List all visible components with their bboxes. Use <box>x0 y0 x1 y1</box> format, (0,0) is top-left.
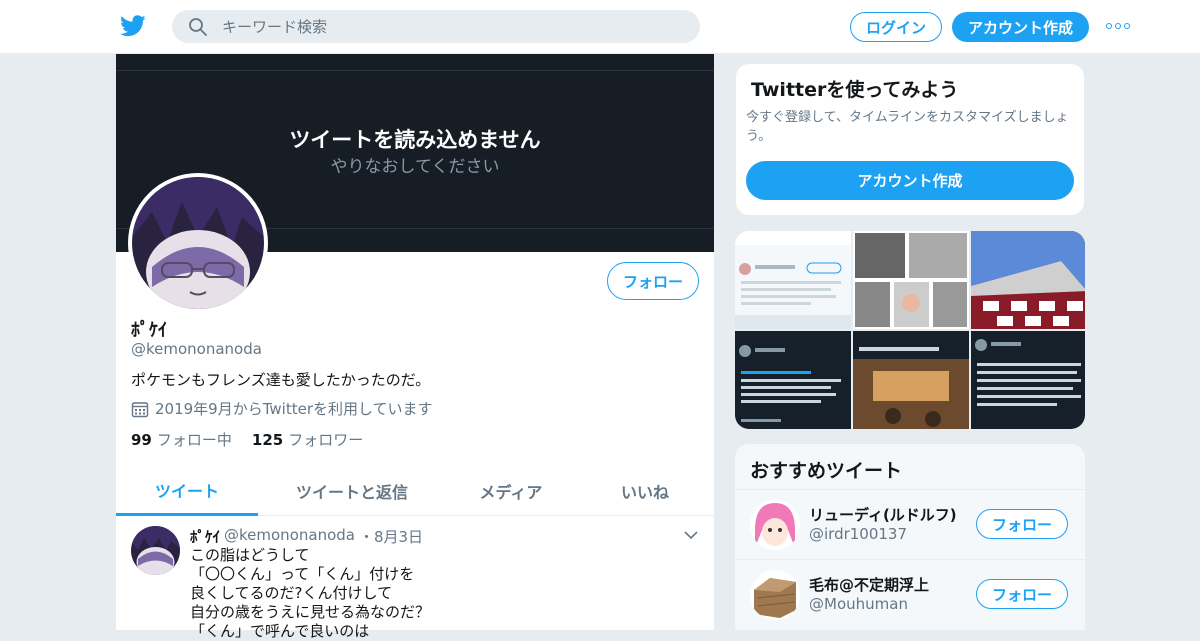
chevron-down-icon[interactable] <box>684 530 698 540</box>
follow-button[interactable]: フォロー <box>607 262 699 300</box>
signup-module-text: 今すぐ登録して、タイムラインをカスタマイズしましょう。 <box>746 110 1069 144</box>
tweet-author-handle[interactable]: @kemononanoda <box>224 526 355 547</box>
search-input[interactable] <box>172 10 700 43</box>
following-stat[interactable]: 99 フォロー中 <box>131 429 232 450</box>
recommended-follow-button[interactable]: フォロー <box>976 579 1068 609</box>
media-thumbnail[interactable] <box>971 331 1085 429</box>
more-options-icon[interactable] <box>1106 22 1130 30</box>
top-bar: ログイン アカウント作成 <box>0 0 1200 54</box>
recommended-user-avatar[interactable] <box>750 500 800 550</box>
profile-stats: 99 フォロー中 125 フォロワー <box>131 429 363 450</box>
tweet-item[interactable]: ﾎﾟｹｲ @kemononanoda ・8月3日 この脂はどうして 「〇〇くん」… <box>116 516 714 640</box>
login-button[interactable]: ログイン <box>850 12 942 42</box>
avatar-image-icon <box>750 500 800 550</box>
profile-handle[interactable]: @kemononanoda <box>131 340 262 358</box>
profile-tabs: ツイート ツイートと返信 メディア いいね <box>116 466 714 516</box>
media-thumbnail[interactable] <box>971 231 1085 329</box>
tab-likes[interactable]: いいね <box>576 466 714 516</box>
recommended-module: おすすめツイート リューディ(ルドルフ) @irdr100137 フォロー 毛布… <box>735 444 1085 630</box>
signup-module-button[interactable]: アカウント作成 <box>746 161 1074 200</box>
followers-stat[interactable]: 125 フォロワー <box>252 429 363 450</box>
banner-error-title: ツイートを読み込めません <box>289 128 541 152</box>
joined-text: 2019年9月からTwitterを利用しています <box>155 400 433 418</box>
profile-name[interactable]: ﾎﾟｹｲ <box>131 316 167 342</box>
tweet-header: ﾎﾟｹｲ @kemononanoda ・8月3日 <box>190 526 423 547</box>
media-thumbnail[interactable] <box>853 331 969 429</box>
recommended-title: おすすめツイート <box>750 460 903 482</box>
recommended-follow-button[interactable]: フォロー <box>976 509 1068 539</box>
recommended-user-name[interactable]: 毛布@不定期浮上 <box>809 574 929 595</box>
calendar-icon <box>131 401 149 417</box>
tweet-author-name[interactable]: ﾎﾟｹｲ <box>190 526 220 547</box>
profile-joined: 2019年9月からTwitterを利用しています <box>131 398 433 419</box>
image-thumbnail-icon <box>971 231 1085 329</box>
recommended-user-handle[interactable]: @Mouhuman <box>809 595 908 613</box>
avatar-image-icon <box>131 526 180 575</box>
signup-module-title: Twitterを使ってみよう <box>751 79 959 101</box>
avatar-image-icon <box>132 177 264 309</box>
media-thumbnail[interactable] <box>853 231 969 329</box>
profile-avatar[interactable] <box>128 173 268 313</box>
tab-media[interactable]: メディア <box>446 466 576 516</box>
profile-bio: ポケモンもフレンズ達も愛したかったのだ。 <box>131 371 431 389</box>
tweet-text: この脂はどうして 「〇〇くん」って「くん」付けを 良くしてるのだ?くん付けして … <box>190 546 431 640</box>
tab-tweets[interactable]: ツイート <box>116 466 258 516</box>
twitter-bird-icon[interactable] <box>120 14 146 38</box>
search-icon <box>189 18 207 36</box>
tab-tweets-replies[interactable]: ツイートと返信 <box>258 466 446 516</box>
tweet-avatar[interactable] <box>131 526 180 575</box>
image-thumbnail-icon <box>735 331 851 429</box>
signup-module: Twitterを使ってみよう 今すぐ登録して、タイムラインをカスタマイズしましょ… <box>735 63 1085 216</box>
tweet-date[interactable]: ・8月3日 <box>359 526 423 547</box>
recommended-user-row[interactable]: 毛布@不定期浮上 @Mouhuman フォロー <box>735 559 1085 629</box>
media-grid <box>735 231 1085 429</box>
avatar-image-icon <box>750 570 800 620</box>
recommended-user-row[interactable]: リューディ(ルドルフ) @irdr100137 フォロー <box>735 489 1085 559</box>
image-thumbnail-icon <box>735 231 851 329</box>
profile-column: ツイートを読み込めません やりなおしてください フォロー ﾎﾟｹｲ @kemon… <box>116 54 714 640</box>
signup-button[interactable]: アカウント作成 <box>952 12 1089 42</box>
image-thumbnail-icon <box>971 331 1085 429</box>
media-thumbnail[interactable] <box>735 231 851 329</box>
media-thumbnail[interactable] <box>735 331 851 429</box>
recommended-user-handle[interactable]: @irdr100137 <box>809 525 907 543</box>
recommended-user-avatar[interactable] <box>750 570 800 620</box>
image-thumbnail-icon <box>853 331 969 429</box>
recommended-user-name[interactable]: リューディ(ルドルフ) <box>809 504 957 525</box>
image-thumbnail-icon <box>853 231 969 329</box>
